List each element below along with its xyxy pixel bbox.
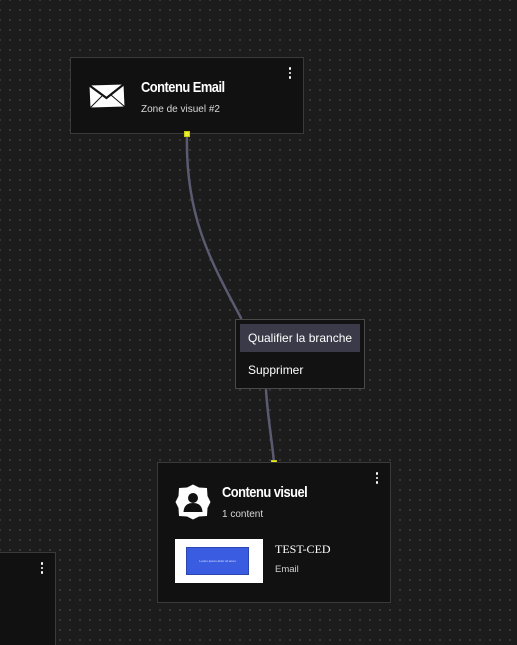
visual-content-node[interactable]: Contenu visuel 1 content Lorem ipsum dol… — [157, 462, 391, 603]
workflow-canvas[interactable]: Contenu Email Zone de visuel #2 Qualifie… — [0, 0, 517, 645]
partial-node[interactable] — [0, 552, 56, 645]
content-thumbnail: Lorem ipsum dolor sit amet — [175, 539, 263, 583]
node-more-menu-icon[interactable] — [372, 471, 382, 485]
content-item[interactable]: Lorem ipsum dolor sit amet TEST-CED Emai… — [175, 539, 365, 584]
node-title: Contenu Email — [141, 79, 225, 96]
delete-menu-item[interactable]: Supprimer — [240, 356, 360, 384]
email-content-node[interactable]: Contenu Email Zone de visuel #2 — [70, 57, 304, 134]
qualify-branch-menu-item[interactable]: Qualifier la branche — [240, 324, 360, 352]
edge-context-menu: Qualifier la branche Supprimer — [235, 319, 365, 389]
node-title: Contenu visuel — [222, 484, 308, 501]
output-port[interactable] — [184, 131, 190, 137]
node-more-menu-icon[interactable] — [285, 66, 295, 80]
branch-edge[interactable] — [185, 132, 276, 465]
node-subtitle: 1 content — [222, 509, 264, 520]
content-item-title: TEST-CED — [275, 542, 331, 556]
thumbnail-banner: Lorem ipsum dolor sit amet — [186, 547, 249, 575]
user-badge-icon — [175, 484, 211, 520]
content-item-type: Email — [275, 564, 299, 575]
envelope-icon — [88, 83, 125, 108]
node-subtitle: Zone de visuel #2 — [141, 104, 220, 115]
more-vertical-icon[interactable] — [37, 561, 47, 575]
